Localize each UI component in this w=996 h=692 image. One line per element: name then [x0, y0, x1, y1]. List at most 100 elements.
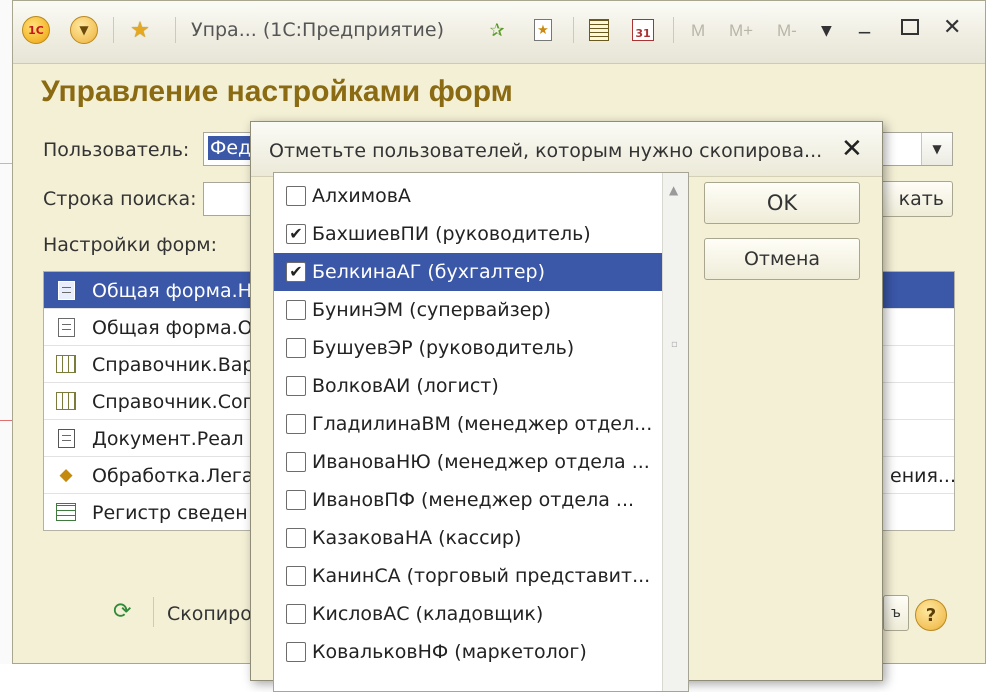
user-label: Пользователь:	[43, 139, 190, 161]
help-icon: ?	[925, 604, 937, 626]
dialog-title: Отметьте пользователей, которым нужно ск…	[269, 140, 823, 162]
user-name: ИвановаНЮ (менеджер отдела ...	[312, 451, 650, 473]
row-text: Регистр сведен	[92, 502, 248, 524]
list-item[interactable]: КисловАС (кладовщик)	[274, 595, 662, 633]
list-item[interactable]: ✔ БахшиевПИ (руководитель)	[274, 215, 662, 253]
list-item[interactable]: КазаковаНА (кассир)	[274, 519, 662, 557]
user-checkbox[interactable]	[286, 452, 306, 472]
user-checkbox[interactable]: ✔	[286, 262, 306, 282]
user-name: БушуевЭР (руководитель)	[312, 337, 575, 359]
ok-button-label: OK	[766, 191, 798, 215]
user-name: КовальковНФ (маркетолог)	[312, 641, 587, 663]
list-item[interactable]: ГладилинаВМ (менеджер отдел...	[274, 405, 662, 443]
form-settings-label: Настройки форм:	[43, 234, 218, 256]
user-name: КисловАС (кладовщик)	[312, 603, 544, 625]
row-text: Общая форма.О	[92, 317, 253, 339]
list-item[interactable]: КовальковНФ (маркетолог)	[274, 633, 662, 671]
user-name: ВолковАИ (логист)	[312, 375, 499, 397]
document-icon	[57, 428, 75, 448]
search-button[interactable]: кать	[871, 181, 953, 217]
title-bar: 1С ▼ ★ Упра... (1С:Предприятие) ✰ ★ 31 M…	[13, 1, 985, 64]
list-item[interactable]: ИвановаНЮ (менеджер отдела ...	[274, 443, 662, 481]
logo-1c-icon: 1С	[22, 16, 50, 44]
action-button-partial[interactable]: ъ	[883, 595, 909, 631]
close-icon[interactable]: ✕	[841, 134, 863, 164]
form-title: Управление настройками форм	[41, 75, 513, 108]
user-checkbox[interactable]: ✔	[286, 224, 306, 244]
copy-button[interactable]: Скопиро	[167, 603, 252, 625]
calculator-button[interactable]	[587, 17, 611, 43]
search-label: Строка поиска:	[43, 188, 197, 210]
user-checkbox[interactable]	[286, 376, 306, 396]
list-item[interactable]: ИвановПФ (менеджер отдела ...	[274, 481, 662, 519]
user-checkbox[interactable]	[286, 604, 306, 624]
user-name: ИвановПФ (менеджер отдела ...	[312, 489, 635, 511]
dialog-header: Отметьте пользователей, которым нужно ск…	[251, 122, 882, 177]
row-text: Документ.Реал	[92, 428, 244, 450]
list-item[interactable]: БунинЭМ (супервайзер)	[274, 291, 662, 329]
main-menu-button[interactable]: ▼	[69, 15, 99, 45]
user-value: Фед	[208, 136, 254, 160]
user-name: КанинСА (торговый представит...	[312, 565, 651, 587]
user-name: БунинЭМ (супервайзер)	[312, 299, 551, 321]
memory-minus-button[interactable]: M-	[777, 21, 797, 41]
ok-button[interactable]: OK	[704, 182, 860, 224]
user-name: ГладилинаВМ (менеджер отдел...	[312, 413, 653, 435]
row-text-right: ения...	[890, 465, 955, 487]
catalog-icon	[56, 355, 76, 373]
star-icon: ★	[130, 17, 150, 43]
user-checkbox[interactable]	[286, 490, 306, 510]
catalog-icon	[56, 392, 76, 410]
refresh-button[interactable]: ⟳	[113, 599, 131, 624]
list-item[interactable]: БушуевЭР (руководитель)	[274, 329, 662, 367]
memory-plus-button[interactable]: M+	[729, 21, 753, 41]
user-checkbox[interactable]	[286, 300, 306, 320]
star-add-icon: ✰	[489, 19, 505, 41]
form-doc-icon	[57, 317, 75, 337]
help-button[interactable]: ?	[915, 599, 947, 631]
select-users-dialog: Отметьте пользователей, которым нужно ск…	[250, 121, 883, 692]
cancel-button-label: Отмена	[743, 248, 821, 270]
maximize-button[interactable]	[901, 19, 919, 35]
user-name: АлхимовА	[312, 185, 411, 207]
user-name: БелкинаАГ (бухгалтер)	[312, 261, 546, 283]
calculator-icon	[589, 19, 609, 41]
list-item[interactable]: ВолковАИ (логист)	[274, 367, 662, 405]
app-logo-button[interactable]: 1С	[21, 15, 51, 45]
bookmark-button[interactable]: ★	[531, 17, 555, 43]
calendar-icon: 31	[632, 19, 654, 41]
bookmark-star-icon: ★	[534, 19, 552, 41]
arrow-right-icon: ъ	[891, 605, 901, 621]
list-item[interactable]: ✔ БелкинаАГ (бухгалтер)	[274, 253, 662, 291]
list-item[interactable]: КанинСА (торговый представит...	[274, 557, 662, 595]
search-button-label: кать	[898, 188, 944, 210]
add-to-favorites-button[interactable]: ✰	[485, 17, 509, 43]
user-checkbox[interactable]	[286, 566, 306, 586]
user-name: КазаковаНА (кассир)	[312, 527, 522, 549]
users-list-scrollbar[interactable]: ▲ ▫	[662, 173, 688, 691]
users-list[interactable]: АлхимовА ✔ БахшиевПИ (руководитель) ✔ Бе…	[273, 172, 689, 692]
memory-button[interactable]: M	[691, 21, 705, 41]
register-icon	[56, 503, 76, 521]
toolbar-dropdown-icon[interactable]: ▼	[821, 23, 832, 39]
scroll-thumb[interactable]: ▫	[671, 339, 678, 350]
scroll-up-icon[interactable]: ▲	[669, 183, 678, 197]
user-checkbox[interactable]	[286, 642, 306, 662]
dropdown-arrow-icon[interactable]: ▼	[921, 133, 952, 165]
list-item[interactable]: АлхимовА	[274, 177, 662, 215]
user-checkbox[interactable]	[286, 186, 306, 206]
window-title: Упра... (1С:Предприятие)	[191, 19, 444, 41]
favorites-button[interactable]: ★	[125, 15, 155, 45]
chevron-down-icon: ▼	[70, 16, 98, 44]
user-checkbox[interactable]	[286, 338, 306, 358]
user-name: БахшиевПИ (руководитель)	[312, 223, 591, 245]
close-window-button[interactable]: ✕	[943, 15, 961, 40]
cancel-button[interactable]: Отмена	[704, 238, 860, 280]
refresh-icon: ⟳	[113, 599, 132, 624]
calendar-button[interactable]: 31	[631, 17, 655, 43]
row-text: Справочник.Вар	[92, 354, 255, 376]
row-text: Общая форма.Н	[92, 280, 252, 302]
user-checkbox[interactable]	[286, 414, 306, 434]
minimize-button[interactable]: _	[859, 9, 870, 34]
user-checkbox[interactable]	[286, 528, 306, 548]
